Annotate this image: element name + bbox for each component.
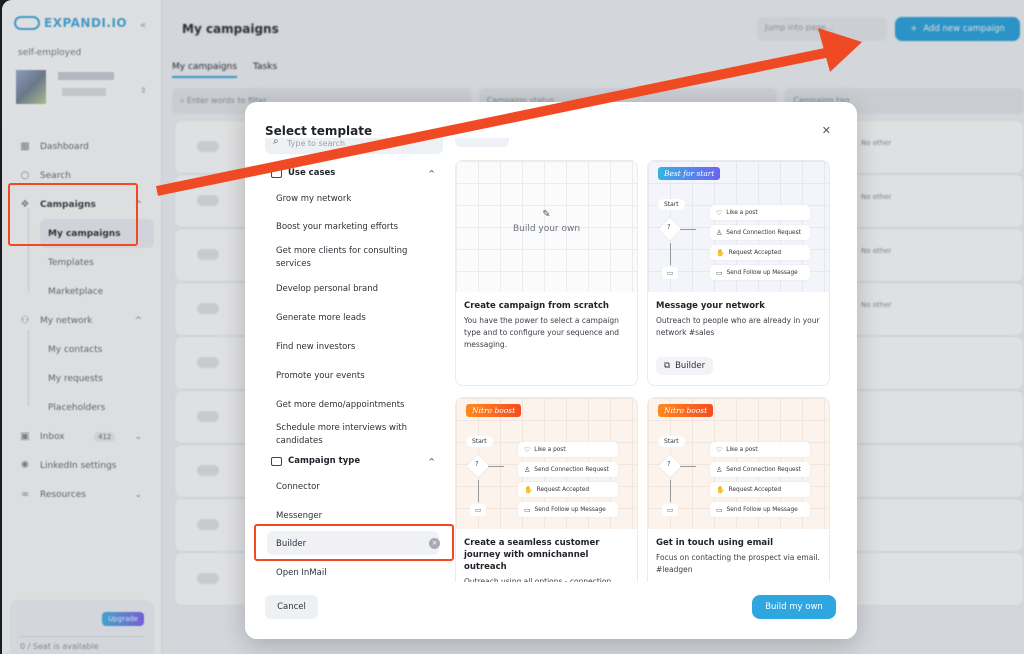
card-description: Focus on contacting the prospect via ema… (656, 553, 820, 574)
nitro-boost-badge: Nitro boost (466, 404, 522, 417)
use-case-item[interactable]: Develop personal brand (276, 283, 436, 296)
card-hero: Nitro boost Start ? ▭ ♡ Like a post ♙ Send… (456, 398, 637, 529)
flow-connector (670, 480, 671, 502)
modal-title: Select template (265, 124, 373, 138)
pencil-icon: ✎ (542, 209, 551, 220)
use-case-item[interactable]: Schedule more interviews with candidates (276, 422, 436, 448)
message-icon: ▭ (470, 504, 486, 516)
use-cases-header[interactable]: Use cases ^ (271, 168, 441, 178)
flow-connector (670, 243, 671, 265)
flow-step: ♡ Like a post (710, 205, 810, 220)
card-hero: Nitro boost Start ? ▭ ♡ Like a post ♙ Send… (648, 398, 829, 529)
template-card-email[interactable]: Nitro boost Start ? ▭ ♡ Like a post ♙ Send… (647, 397, 830, 597)
section-label: Campaign type (288, 456, 361, 466)
template-card-omnichannel[interactable]: Nitro boost Start ? ▭ ♡ Like a post ♙ Send… (455, 397, 638, 597)
build-my-own-button[interactable]: Build my own (752, 595, 836, 619)
campaign-type-connector[interactable]: Connector (276, 481, 436, 494)
person-icon: ♙ (716, 228, 723, 237)
flow-step: ✋ Request Accepted (518, 482, 618, 497)
flow-question: ? (475, 460, 479, 468)
flow-step: ♡ Like a post (518, 442, 618, 457)
flow-question: ? (667, 223, 671, 231)
use-case-item[interactable]: Promote your events (276, 370, 436, 383)
flow-step: ♡ Like a post (710, 442, 810, 457)
flow-step: ▭ Send Follow up Message (710, 265, 810, 280)
annotation-builder-box (254, 524, 454, 561)
flow-start: Start (658, 436, 685, 447)
close-icon[interactable]: ✕ (822, 124, 831, 137)
flow-step: ♙ Send Connection Request (518, 462, 618, 477)
heart-icon: ♡ (524, 445, 531, 454)
builder-icon: ⧉ (664, 361, 671, 371)
flow-step: ✋ Request Accepted (710, 245, 810, 260)
card-hero: ✎ Build your own (456, 161, 637, 292)
flow-question: ? (667, 460, 671, 468)
best-for-start-badge: Best for start (658, 167, 721, 180)
chat-icon: ▭ (524, 505, 531, 514)
card-title: Get in touch using email (656, 538, 773, 548)
flow-start: Start (658, 199, 685, 210)
use-case-item[interactable]: Boost your marketing efforts (276, 221, 436, 234)
template-card-message-network[interactable]: Best for start Start ? ▭ ♡ Like a post ♙ S… (647, 160, 830, 386)
flow-step: ✋ Request Accepted (710, 482, 810, 497)
builder-chip: ⧉ Builder (656, 357, 714, 375)
build-your-own-placeholder: ✎ Build your own (456, 209, 637, 234)
chat-icon: ▭ (716, 505, 723, 514)
hand-icon: ✋ (716, 248, 725, 257)
card-title: Create a seamless customer journey with … (464, 538, 600, 572)
use-case-item[interactable]: Grow my network (276, 193, 436, 206)
flow-step: ♙ Send Connection Request (710, 462, 810, 477)
flow-step: ♙ Send Connection Request (710, 225, 810, 240)
card-title: Create campaign from scratch (464, 301, 609, 311)
flow-connector (680, 229, 696, 230)
chevron-up-icon: ^ (428, 168, 435, 178)
hand-icon: ✋ (716, 485, 725, 494)
use-case-item[interactable]: Get more clients for consulting services (276, 245, 436, 271)
hero-label: Build your own (512, 224, 581, 234)
flow-connector (488, 466, 504, 467)
chat-icon: ▭ (716, 268, 723, 277)
scroll-stub (455, 138, 509, 147)
message-icon: ▭ (662, 267, 678, 279)
use-cases-icon (271, 168, 282, 178)
flow-start: Start (466, 436, 493, 447)
campaign-type-open-inmail[interactable]: Open InMail (276, 567, 436, 580)
template-search-input[interactable]: ⌕ Type to search (265, 138, 443, 154)
cancel-button[interactable]: Cancel (265, 595, 318, 619)
heart-icon: ♡ (716, 445, 723, 454)
hand-icon: ✋ (524, 485, 533, 494)
flow-step: ▭ Send Follow up Message (518, 502, 618, 517)
person-icon: ♙ (524, 465, 531, 474)
template-filter-pane: ⌕ Type to search Use cases ^ Grow my net… (263, 138, 445, 582)
card-title: Message your network (656, 301, 765, 311)
use-case-item[interactable]: Generate more leads (276, 312, 436, 325)
flow-connector (478, 480, 479, 502)
template-card-scratch[interactable]: ✎ Build your own Create campaign from sc… (455, 160, 638, 386)
campaign-type-icon (271, 456, 282, 466)
section-label: Use cases (288, 168, 336, 178)
campaign-type-header[interactable]: Campaign type ^ (271, 456, 441, 466)
card-hero: Best for start Start ? ▭ ♡ Like a post ♙ S… (648, 161, 829, 292)
chip-label: Builder (675, 361, 706, 371)
heart-icon: ♡ (716, 208, 723, 217)
search-icon: ⌕ (273, 138, 279, 147)
message-icon: ▭ (662, 504, 678, 516)
use-case-item[interactable]: Get more demo/appointments (276, 399, 436, 412)
card-description: You have the power to select a campaign … (464, 316, 620, 349)
person-icon: ♙ (716, 465, 723, 474)
flow-connector (680, 466, 696, 467)
nitro-boost-badge: Nitro boost (658, 404, 714, 417)
flow-step: ▭ Send Follow up Message (710, 502, 810, 517)
use-case-item[interactable]: Find new investors (276, 341, 436, 354)
campaign-type-messenger[interactable]: Messenger (276, 510, 436, 523)
annotation-campaigns-box (8, 183, 138, 246)
chevron-up-icon: ^ (428, 456, 435, 466)
card-description: Outreach to people who are already in yo… (656, 316, 820, 337)
search-placeholder: Type to search (287, 139, 346, 148)
